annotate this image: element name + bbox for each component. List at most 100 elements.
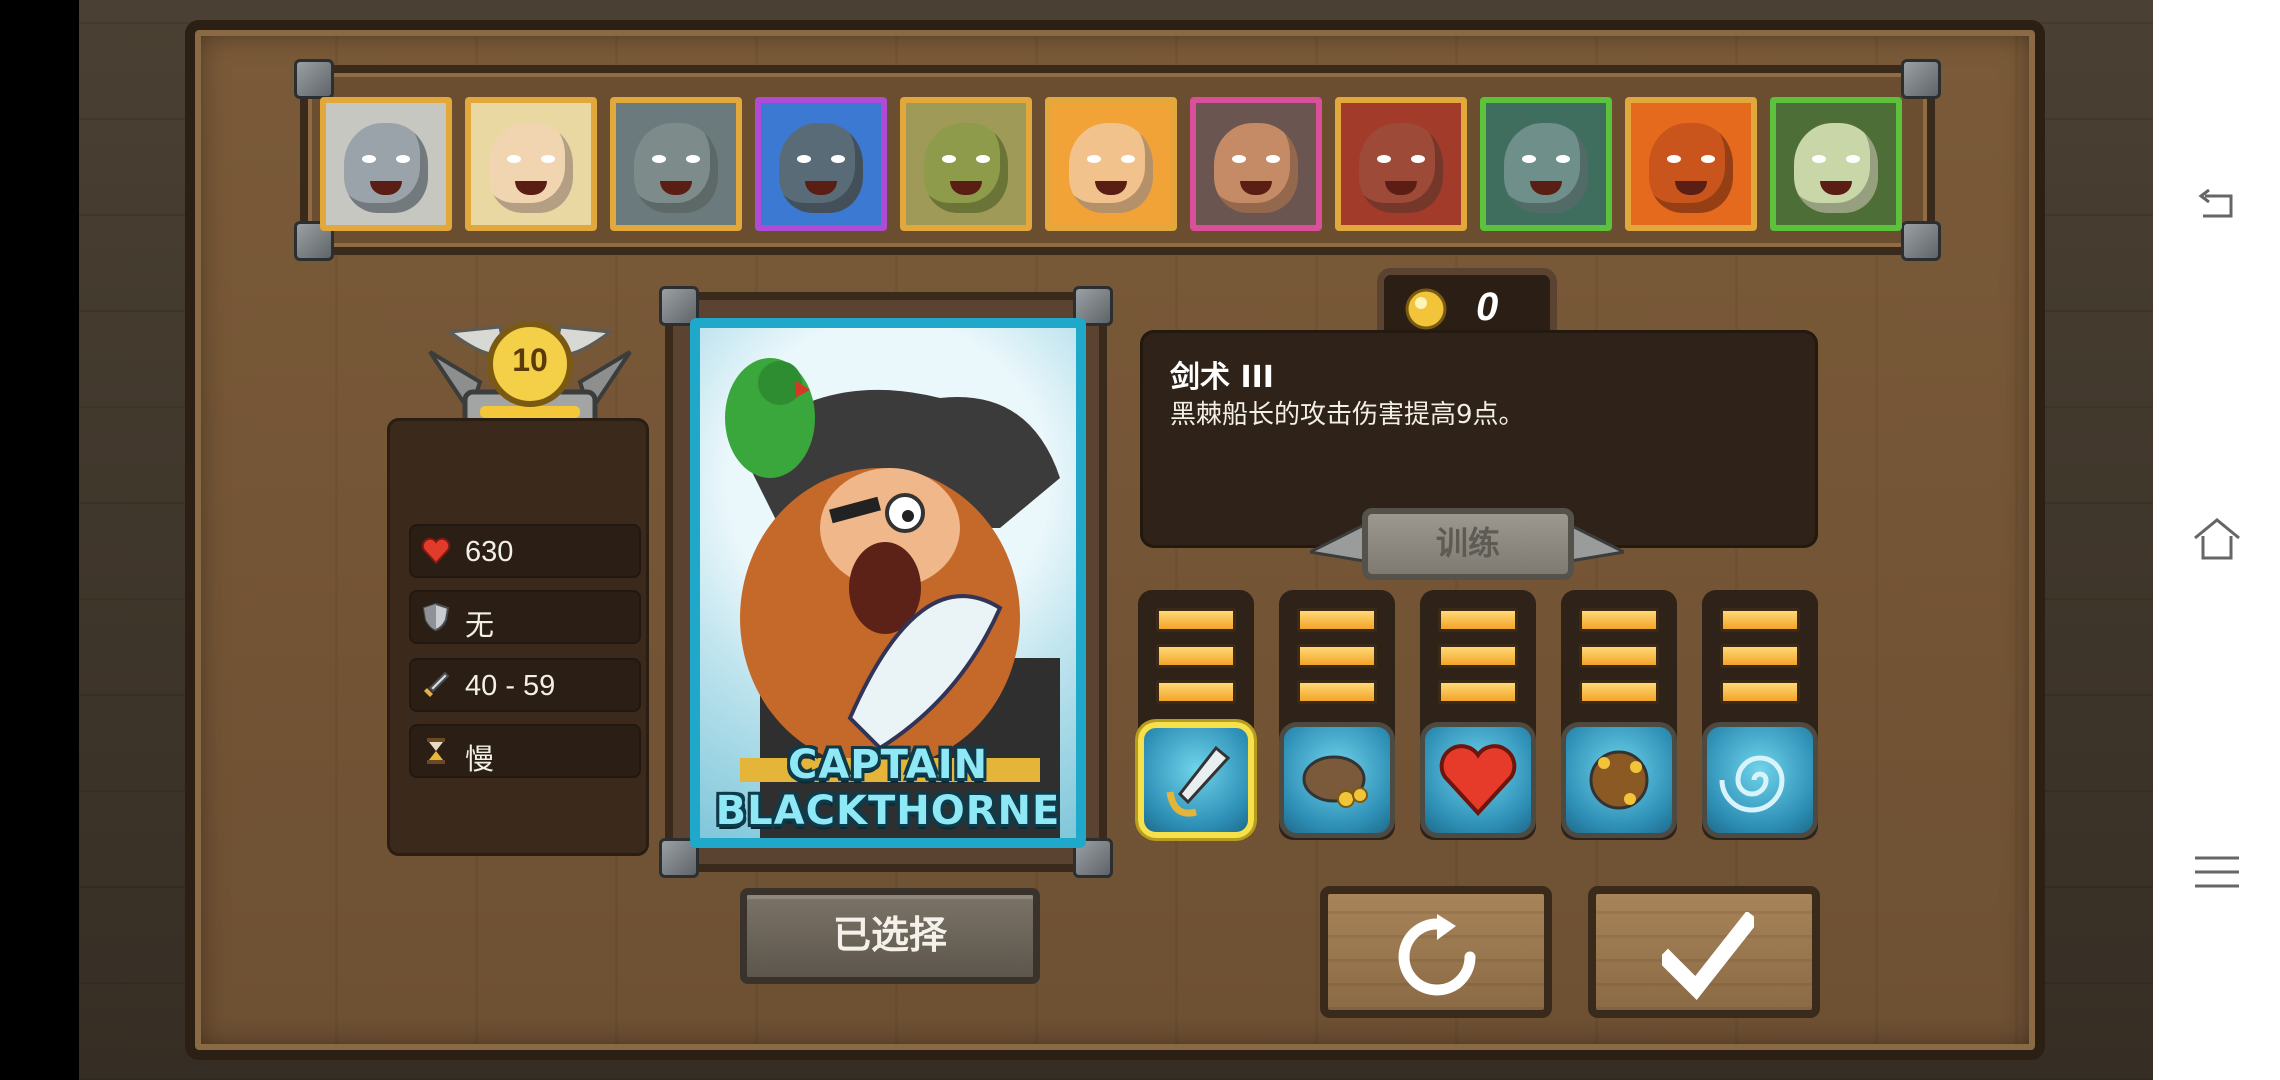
hero-face [489,123,573,213]
treasure-bag-skill-button[interactable] [1279,722,1395,838]
home-icon[interactable] [2191,514,2243,566]
strip-corner [1901,221,1941,261]
stat-armor-value: 无 [465,610,495,642]
hero-portrait-stone-golem[interactable] [610,97,742,231]
sword-skill-button[interactable] [1138,722,1254,838]
hero-mouth [950,181,982,195]
hero-portrait-dragon[interactable] [1625,97,1757,231]
skill-level-pip [1579,644,1659,668]
hero-portrait-captain-blackthorne[interactable] [1190,97,1322,231]
whirlpool-skill-button[interactable] [1702,722,1818,838]
skill-level-pip [1438,608,1518,632]
hero-eye [1667,155,1681,163]
hero-mouth [805,181,837,195]
hourglass-icon [427,738,445,764]
hero-eye [831,155,845,163]
hero-stats-panel: 630 无 40 - 59 慢 [387,418,649,856]
skill-level-pip [1297,644,1377,668]
stat-armor: 无 [409,590,641,644]
skill-level-pip [1438,644,1518,668]
treasure-bag-skill-icon [1302,755,1368,808]
hero-points-value: 0 [1476,285,1499,329]
selected-button[interactable]: 已选择 [740,888,1040,984]
hero-face [1649,123,1733,213]
skill-level-pip [1720,680,1800,704]
skill-level-pip [1156,644,1236,668]
hero-portrait-strip [294,59,1941,261]
hero-eye [652,155,666,163]
hero-eye [1812,155,1826,163]
bomb-skill-icon [1589,750,1649,810]
hero-eye [942,155,956,163]
hero-eye [1556,155,1570,163]
skill-level-pip [1297,608,1377,632]
hero-eye [362,155,376,163]
bomb-skill-button[interactable] [1561,722,1677,838]
hero-eye [1846,155,1860,163]
hero-eye [686,155,700,163]
skill-level-pip [1579,680,1659,704]
stat-speed-value: 慢 [465,744,495,776]
hero-eye [976,155,990,163]
hero-mouth [1675,181,1707,195]
heart-skill-button[interactable] [1420,722,1536,838]
reset-button[interactable] [1320,886,1552,1018]
hero-eye [1087,155,1101,163]
hero-face [634,123,718,213]
hero-face [1359,123,1443,213]
stat-speed: 慢 [409,724,641,778]
hero-portrait-monk[interactable] [1045,97,1177,231]
hero-mouth [1385,181,1417,195]
hero-portrait-wizard[interactable] [320,97,452,231]
hero-face [344,123,428,213]
hero-portrait-priestess[interactable] [465,97,597,231]
hero-eye [1377,155,1391,163]
hero-eye [1121,155,1135,163]
reset-icon [1398,914,1476,996]
hero-portrait-fire-brute[interactable] [1335,97,1467,231]
hero-eye [507,155,521,163]
hero-eye [797,155,811,163]
skill-level-pip [1156,680,1236,704]
sword-skill-icon [1166,745,1231,817]
skill-description: 黑棘船长的攻击伤害提高9点。 [1170,400,1525,430]
stat-health-value: 630 [465,536,514,568]
coin-icon [1405,288,1447,330]
hero-eye [1232,155,1246,163]
skill-level-pip [1297,680,1377,704]
back-icon[interactable] [2191,180,2243,232]
hero-eye [1522,155,1536,163]
level-number: 10 [512,342,548,378]
hero-portrait-ogre[interactable] [1480,97,1612,231]
skill-level-pip [1720,608,1800,632]
hero-eye [1266,155,1280,163]
hero-mouth [515,181,547,195]
hero-mouth [1240,181,1272,195]
hero-eye [541,155,555,163]
skill-level-pip [1720,644,1800,668]
hero-mouth [370,181,402,195]
hero-eye [396,155,410,163]
hero-card-name: CAPTAIN BLACKTHORNE [715,742,1061,834]
checkmark-icon [1662,912,1754,1001]
hero-face [1214,123,1298,213]
hero-portrait-bone-dragon[interactable] [1770,97,1902,231]
hero-face [1504,123,1588,213]
hero-portrait-storm-golem[interactable] [755,97,887,231]
confirm-button[interactable] [1588,886,1820,1018]
skill-level-pip [1156,608,1236,632]
strip-corner [1901,59,1941,99]
train-button[interactable]: 训练 [1362,508,1574,580]
hero-face [779,123,863,213]
hero-eye [1411,155,1425,163]
heart-icon [421,537,451,565]
hero-portrait-crocodile[interactable] [900,97,1032,231]
menu-icon[interactable] [2191,846,2243,898]
hero-face [1794,123,1878,213]
heart-skill-icon [1439,744,1517,816]
hero-mouth [660,181,692,195]
android-nav-bar [2153,0,2280,1080]
hero-card[interactable]: CAPTAIN BLACKTHORNE [690,318,1086,848]
sword-icon [424,671,450,697]
skill-level-pip [1438,680,1518,704]
